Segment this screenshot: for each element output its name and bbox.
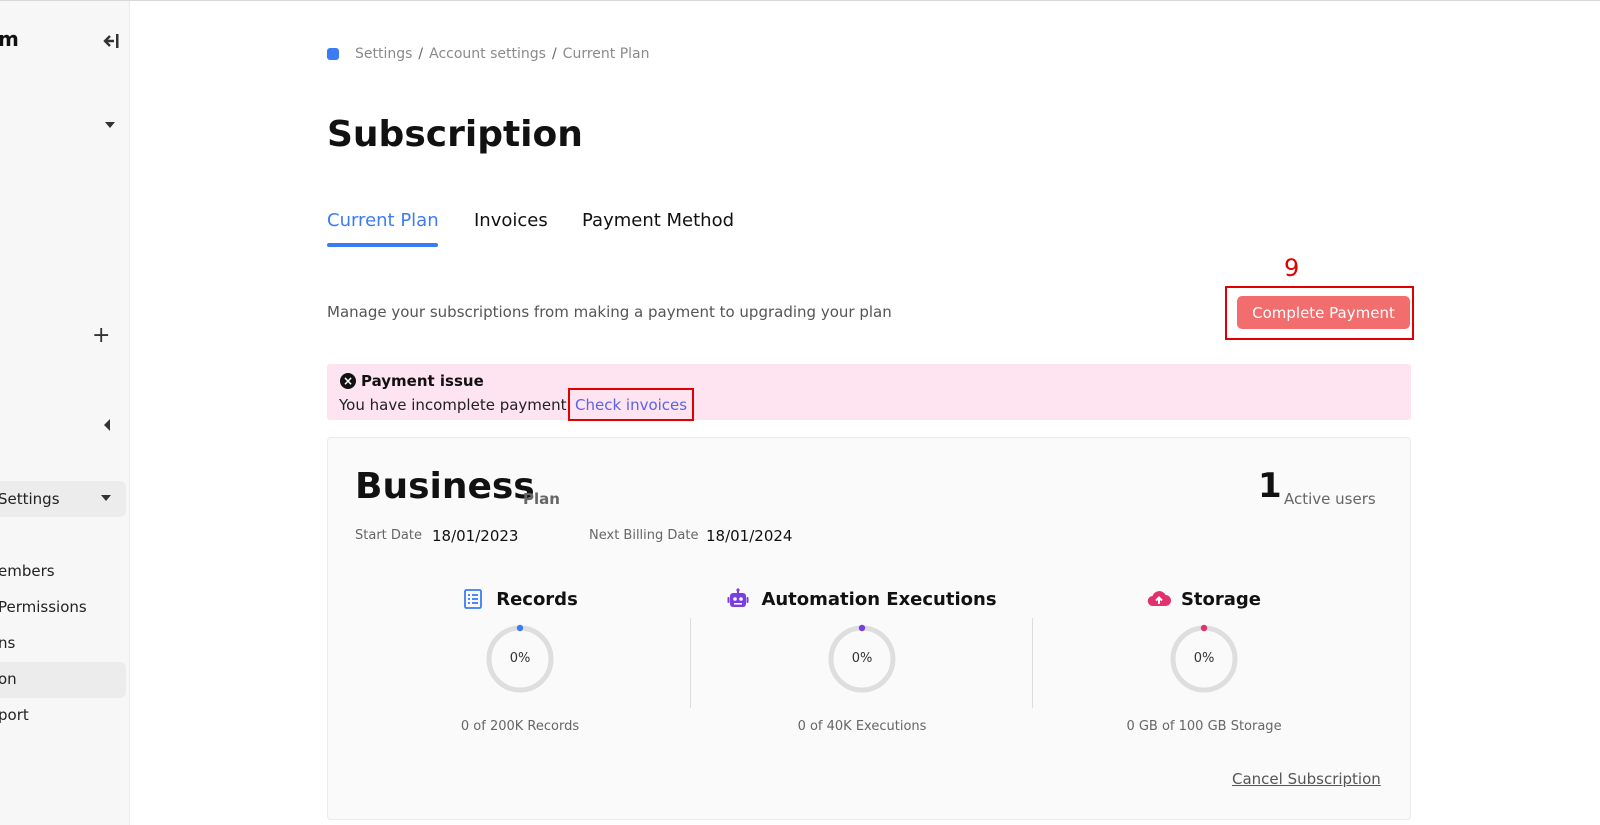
cloud-upload-icon [1147, 588, 1171, 610]
complete-payment-button[interactable]: Complete Payment [1237, 296, 1410, 329]
chevron-left-icon[interactable] [104, 419, 110, 431]
payment-issue-alert: × Payment issue You have incomplete paym… [327, 364, 1411, 420]
metric-usage: 0 of 200K Records [460, 719, 580, 734]
main-content: Settings / Account settings / Current Pl… [327, 0, 1414, 825]
metric-title: Storage [1180, 588, 1262, 610]
sidebar-brand: m [0, 27, 19, 51]
sidebar-item-support[interactable]: port [0, 706, 29, 724]
sidebar-item-subscription[interactable]: on [0, 662, 126, 698]
annotation-box [568, 388, 694, 421]
gauge-percent: 0% [509, 651, 531, 666]
plus-icon[interactable]: + [92, 325, 110, 347]
tab-current-plan[interactable]: Current Plan [327, 210, 439, 231]
breadcrumb: Settings / Account settings / Current Pl… [327, 46, 650, 62]
sidebar-item-settings[interactable]: Settings [0, 481, 126, 517]
active-users-label: Active users [1284, 490, 1376, 508]
storage-metric: Storage 0% 0 GB of 100 GB Storage [1054, 588, 1354, 738]
breadcrumb-separator: / [418, 46, 424, 62]
metric-usage: 0 GB of 100 GB Storage [1126, 719, 1282, 734]
executions-metric: Automation Executions 0% 0 of 40K Execut… [712, 588, 1012, 738]
sidebar-item-plans[interactable]: ns [0, 634, 15, 652]
next-billing-value: 18/01/2024 [706, 527, 793, 545]
collapse-sidebar-icon[interactable] [102, 33, 120, 49]
page-description: Manage your subscriptions from making a … [327, 303, 892, 321]
plan-label: Plan [523, 490, 560, 508]
start-date-label: Start Date [355, 528, 422, 543]
close-circle-icon: × [340, 373, 356, 389]
breadcrumb-icon [327, 48, 339, 60]
cancel-subscription-link[interactable]: Cancel Subscription [1232, 770, 1381, 788]
sidebar-item-label: Settings [0, 490, 60, 508]
divider [1032, 618, 1033, 708]
sidebar: m + Settings embers Permissions ns on po… [0, 1, 130, 825]
active-tab-indicator [327, 243, 438, 247]
sidebar-item-label: on [0, 670, 17, 688]
metric-usage: 0 of 40K Executions [797, 719, 927, 734]
gauge-percent: 0% [851, 651, 873, 666]
breadcrumb-item-account-settings[interactable]: Account settings [429, 46, 546, 62]
metric-title: Records [496, 588, 578, 610]
list-icon [462, 588, 484, 610]
breadcrumb-item-current-plan: Current Plan [562, 46, 650, 62]
plan-name: Business [355, 466, 535, 507]
tab-invoices[interactable]: Invoices [474, 210, 548, 231]
chevron-down-icon [101, 495, 111, 501]
breadcrumb-item-settings[interactable]: Settings [355, 46, 412, 62]
records-metric: Records 0% 0 of 200K Records [370, 588, 670, 738]
start-date-value: 18/01/2023 [432, 527, 519, 545]
sidebar-item-permissions[interactable]: Permissions [0, 598, 87, 616]
gauge-percent: 0% [1193, 651, 1215, 666]
robot-icon [727, 588, 749, 610]
active-users-count: 1 [1258, 466, 1282, 506]
plan-card: Business Plan 1 Active users Start Date … [327, 437, 1411, 820]
annotation-number: 9 [1284, 254, 1300, 282]
next-billing-label: Next Billing Date [589, 528, 699, 543]
alert-message: You have incomplete payment [339, 396, 567, 414]
alert-title: Payment issue [361, 372, 484, 390]
page-title: Subscription [327, 114, 583, 155]
breadcrumb-separator: / [551, 46, 557, 62]
metric-title: Automation Executions [761, 588, 997, 610]
sidebar-item-members[interactable]: embers [0, 562, 55, 580]
tab-payment-method[interactable]: Payment Method [582, 210, 734, 231]
divider [690, 618, 691, 708]
chevron-down-icon[interactable] [105, 122, 115, 128]
